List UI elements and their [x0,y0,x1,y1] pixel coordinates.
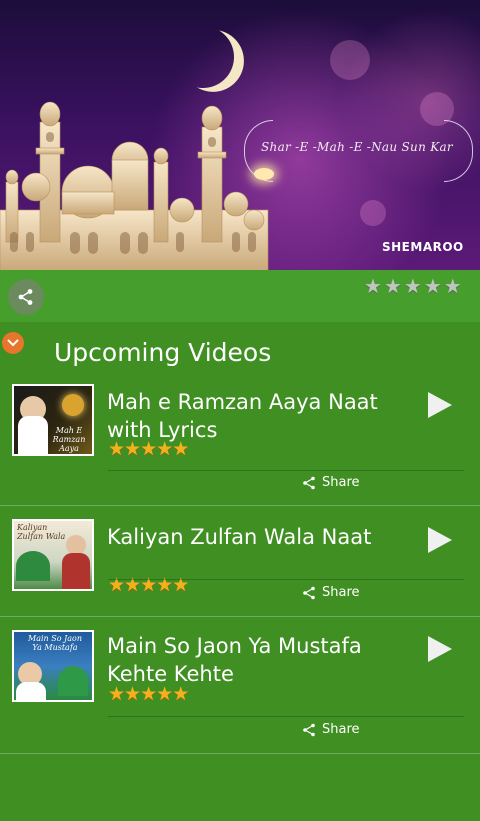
share-icon [303,586,315,599]
star-icon: ★ [124,683,141,705]
share-label: Share [322,585,360,600]
video-rating: ★ ★ ★ ★ ★ [108,438,189,460]
star-icon: ★ [172,683,189,705]
row-separator [0,753,480,754]
divider [108,716,464,717]
play-icon[interactable] [428,527,452,553]
share-link[interactable]: Share [302,475,360,490]
star-icon[interactable]: ★ [404,276,422,296]
share-icon [303,723,315,736]
star-icon: ★ [172,438,189,460]
video-list-item[interactable]: Main So Jaon Ya Mustafa Main So Jaon Ya … [0,628,480,754]
rating-stars[interactable]: ★ ★ ★ ★ ★ [364,276,462,296]
star-icon: ★ [124,438,141,460]
header-banner: Shar -E -Mah -E -Nau Sun Kar SHEMAROO [0,0,480,270]
video-title[interactable]: Mah e Ramzan Aaya Naat with Lyrics [107,388,425,444]
star-icon: ★ [108,683,125,705]
share-link[interactable]: Share [302,722,360,737]
star-icon[interactable]: ★ [444,276,462,296]
thumbnail-dome [62,394,84,416]
brand-logo: SHEMAROO [382,240,464,254]
row-separator [0,505,480,506]
share-icon [303,476,315,489]
star-icon: ★ [156,438,173,460]
thumbnail-dome [58,666,88,696]
star-icon[interactable]: ★ [364,276,382,296]
thumbnail-robe [18,416,48,454]
mosque-illustration [0,101,269,270]
thumbnail-person [66,535,86,555]
thumbnail-caption: Main So Jaon Ya Mustafa [28,634,82,652]
share-button[interactable] [8,279,44,315]
star-icon: ★ [156,683,173,705]
video-title[interactable]: Kaliyan Zulfan Wala Naat [107,523,425,551]
thumbnail-caption: Kaliyan Zulfan Wala [17,523,66,541]
play-icon[interactable] [428,392,452,418]
crescent-moon-icon [163,17,242,96]
video-title[interactable]: Main So Jaon Ya Mustafa Kehte Kehte [107,632,425,688]
banner-title: Shar -E -Mah -E -Nau Sun Kar [261,140,453,154]
share-icon [18,289,33,305]
star-icon[interactable]: ★ [424,276,442,296]
lantern-glow [254,168,274,180]
share-label: Share [322,722,360,737]
share-label: Share [322,475,360,490]
video-rating: ★ ★ ★ ★ ★ [108,683,189,705]
divider [108,470,464,471]
bokeh-light [330,40,370,80]
star-icon: ★ [108,438,125,460]
thumbnail-robe [62,553,90,589]
thumbnail-robe [16,682,46,700]
row-separator [0,616,480,617]
video-list-item[interactable]: Mah E Ramzan Aaya Mah e Ramzan Aaya Naat… [0,382,480,506]
star-icon[interactable]: ★ [384,276,402,296]
section-toggle-button[interactable] [2,332,24,354]
bokeh-light [360,200,386,226]
video-list-item[interactable]: Kaliyan Zulfan Wala Kaliyan Zulfan Wala … [0,519,480,629]
video-thumbnail[interactable]: Kaliyan Zulfan Wala [12,519,94,591]
thumbnail-caption: Mah E Ramzan Aaya [52,426,86,453]
section-title: Upcoming Videos [54,338,272,366]
video-thumbnail[interactable]: Mah E Ramzan Aaya [12,384,94,456]
video-thumbnail[interactable]: Main So Jaon Ya Mustafa [12,630,94,702]
chevron-down-icon [7,339,19,347]
share-link[interactable]: Share [302,585,360,600]
divider [108,579,464,580]
play-icon[interactable] [428,636,452,662]
star-icon: ★ [140,438,157,460]
star-icon: ★ [140,683,157,705]
thumbnail-dome [16,551,50,581]
